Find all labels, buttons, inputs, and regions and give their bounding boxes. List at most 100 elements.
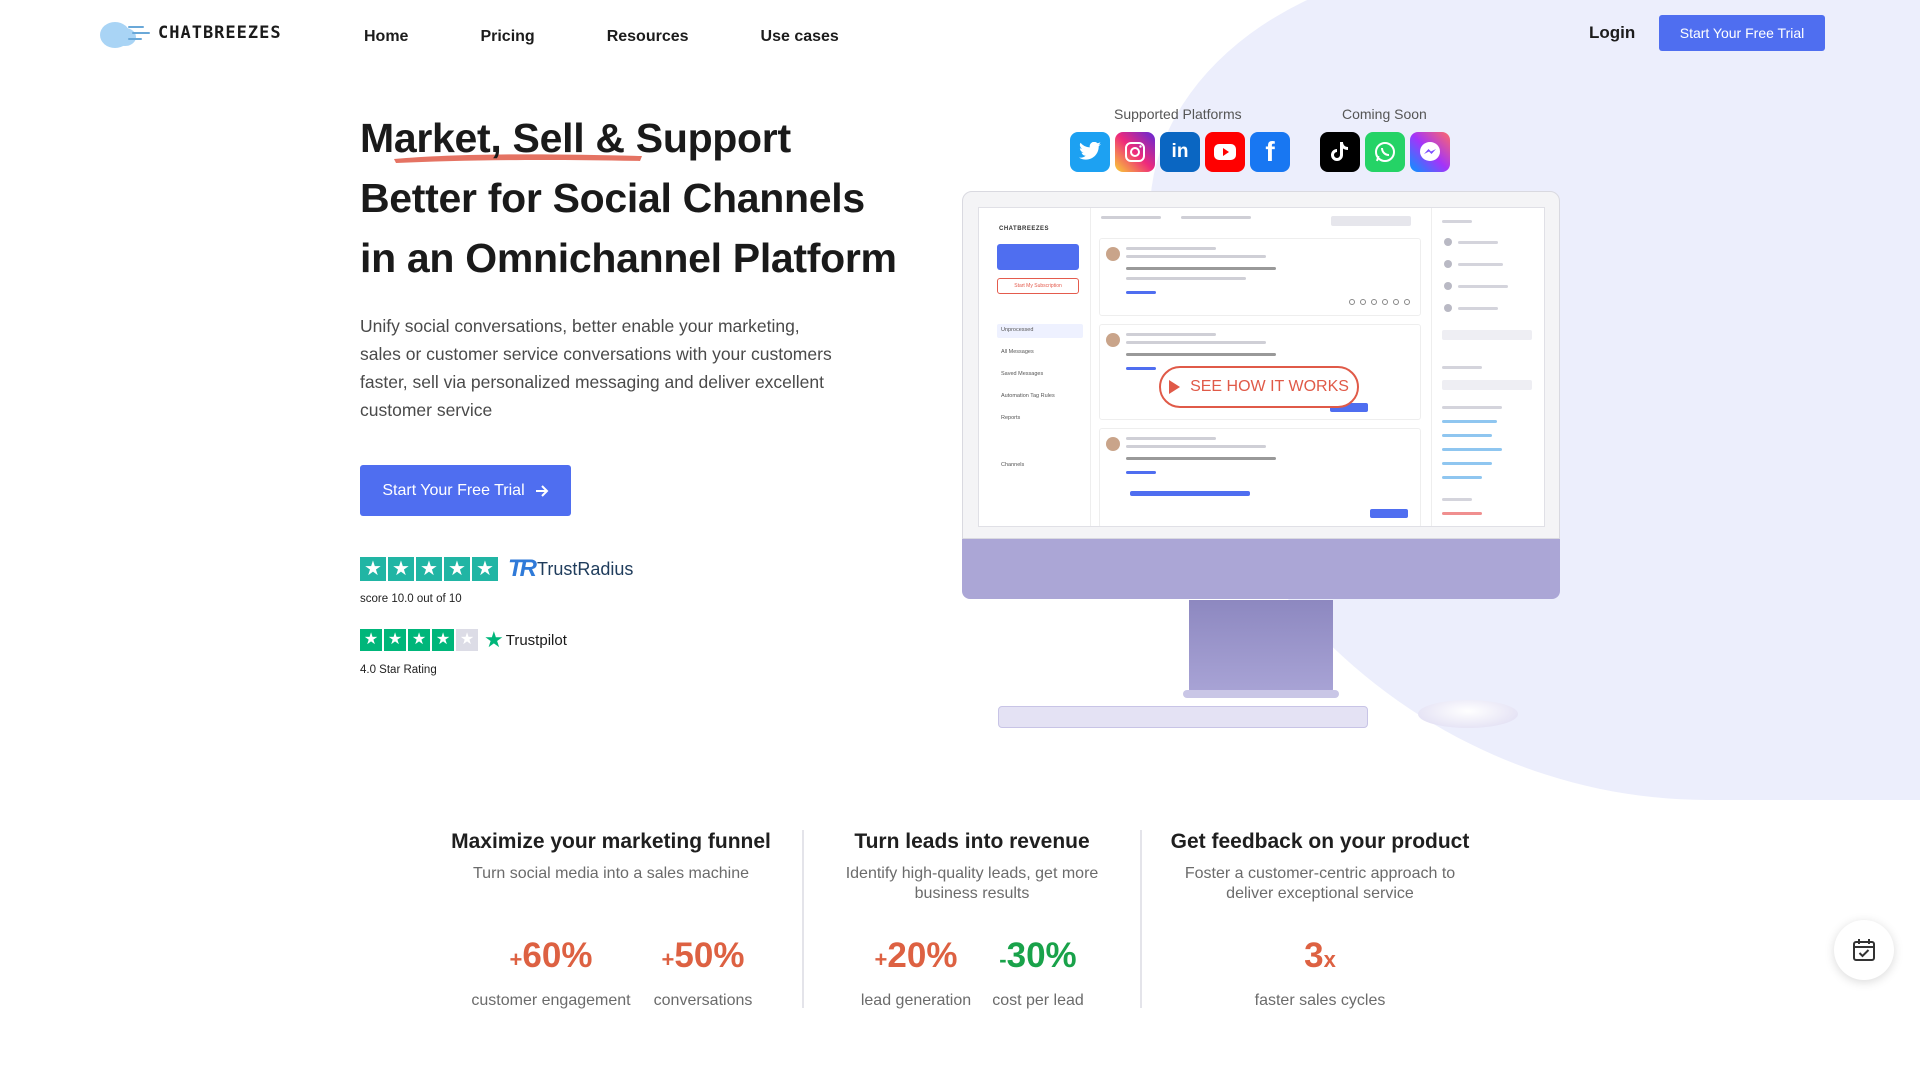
star-icon: ★ xyxy=(384,629,406,651)
menu-channels: Channels xyxy=(1001,462,1025,468)
hero-title-line-2: Better for Social Channels xyxy=(360,175,865,221)
stat-value: 3 xyxy=(1304,936,1324,975)
account-card xyxy=(997,244,1079,270)
stat-sales-cycles: 3x faster sales cycles xyxy=(1240,934,1400,1010)
tiktok-icon[interactable] xyxy=(1320,132,1360,172)
stat-value: 50% xyxy=(674,936,745,975)
star-icon: ★ xyxy=(388,557,414,581)
star-icon: ★ xyxy=(416,557,442,581)
hero-cta-label: Start Your Free Trial xyxy=(382,481,525,499)
star-icon: ★ xyxy=(444,557,470,581)
supported-platforms-label: Supported Platforms xyxy=(1114,106,1242,122)
landing-page: CHATBREEZES Home Pricing Resources Use c… xyxy=(0,0,1920,1080)
coming-soon-label: Coming Soon xyxy=(1342,106,1427,122)
feature-title: Maximize your marketing funnel xyxy=(451,830,771,853)
menu-saved-messages: Saved Messages xyxy=(1001,371,1044,377)
monitor-stand-foot xyxy=(1183,690,1339,698)
nav-links: Home Pricing Resources Use cases xyxy=(364,28,911,46)
brand-name: CHATBREEZES xyxy=(158,23,282,43)
play-icon xyxy=(1169,380,1181,394)
brand-logo[interactable]: CHATBREEZES xyxy=(98,18,282,48)
stat-label: customer engagement xyxy=(471,992,631,1009)
nav-free-trial-button[interactable]: Start Your Free Trial xyxy=(1659,15,1825,51)
star-empty-icon: ★ xyxy=(456,629,478,651)
stat-cost-per-lead: -30% cost per lead xyxy=(978,934,1098,1010)
stat-customer-engagement: +60% customer engagement xyxy=(458,934,644,1010)
message-card xyxy=(1099,238,1421,316)
app-sidebar: CHATBREEZES Start My Subscription Unproc… xyxy=(979,208,1091,526)
feature-divider xyxy=(802,830,804,1008)
trustpilot-stars: ★ ★ ★ ★ ★ xyxy=(360,629,478,651)
keyboard-illustration xyxy=(998,706,1368,728)
star-icon: ★ xyxy=(360,629,382,651)
trustradius-rating[interactable]: ★ ★ ★ ★ ★ TR TrustRadius xyxy=(360,555,633,583)
whatsapp-icon[interactable] xyxy=(1365,132,1405,172)
feature-leads-revenue: Turn leads into revenue Identify high-qu… xyxy=(818,830,1126,904)
stat-label: conversations xyxy=(653,992,753,1009)
app-filter-panel xyxy=(1431,208,1544,526)
nav-link-pricing[interactable]: Pricing xyxy=(480,28,534,46)
login-link[interactable]: Login xyxy=(1589,23,1635,43)
instagram-icon[interactable] xyxy=(1115,132,1155,172)
trustpilot-name: Trustpilot xyxy=(505,631,567,649)
star-icon: ★ xyxy=(360,557,386,581)
linkedin-icon[interactable]: in xyxy=(1160,132,1200,172)
star-icon: ★ xyxy=(408,629,430,651)
nav-link-resources[interactable]: Resources xyxy=(607,28,689,46)
stat-label: faster sales cycles xyxy=(1254,992,1386,1009)
stat-sign: - xyxy=(999,947,1007,972)
see-how-it-works-button[interactable]: SEE HOW IT WORKS xyxy=(1159,366,1359,408)
monitor-stand xyxy=(1189,600,1333,695)
feature-subtitle: Foster a customer-centric approach to de… xyxy=(1184,865,1456,902)
stat-sign: + xyxy=(874,947,888,972)
stat-value: 20% xyxy=(887,936,958,975)
feature-divider xyxy=(1140,830,1142,1008)
hero-title-line-1: Market, Sell & Support xyxy=(360,115,791,161)
trustpilot-rating[interactable]: ★ ★ ★ ★ ★ ★ Trustpilot xyxy=(360,627,567,653)
trustradius-name: TrustRadius xyxy=(537,558,634,579)
stat-conversations: +50% conversations xyxy=(632,934,774,1010)
trustradius-mark-icon: TR xyxy=(508,555,537,582)
subscription-button: Start My Subscription xyxy=(997,278,1079,294)
stat-lead-generation: +20% lead generation xyxy=(846,934,986,1010)
feature-title: Turn leads into revenue xyxy=(854,830,1090,853)
menu-automation: Automation Tag Rules xyxy=(1001,393,1055,399)
nav-link-home[interactable]: Home xyxy=(364,28,408,46)
messenger-icon[interactable] xyxy=(1410,132,1450,172)
hero-title-line-3: in an Omnichannel Platform xyxy=(360,235,897,281)
top-nav: CHATBREEZES Home Pricing Resources Use c… xyxy=(0,0,1920,72)
stat-label: cost per lead xyxy=(992,992,1084,1009)
stat-value: 60% xyxy=(522,936,593,975)
mouse-illustration xyxy=(1418,700,1518,728)
twitter-icon[interactable] xyxy=(1070,132,1110,172)
trustpilot-score: 4.0 Star Rating xyxy=(360,664,437,676)
menu-unprocessed: Unprocessed xyxy=(1001,327,1034,333)
stat-value: 30% xyxy=(1006,936,1077,975)
menu-reports: Reports xyxy=(1001,415,1021,421)
stat-sign: + xyxy=(661,947,675,972)
see-how-it-works-label: SEE HOW IT WORKS xyxy=(1190,378,1349,395)
screen-frame: CHATBREEZES Start My Subscription Unproc… xyxy=(962,191,1560,539)
calendar-check-button[interactable] xyxy=(1834,920,1894,980)
hero-title: Market, Sell & Support Better for Social… xyxy=(360,108,920,288)
trustradius-score: score 10.0 out of 10 xyxy=(360,593,462,605)
trustradius-stars: ★ ★ ★ ★ ★ xyxy=(360,557,498,581)
monitor-chin xyxy=(962,539,1560,599)
cloud-icon xyxy=(98,18,150,48)
arrow-right-icon xyxy=(535,484,549,497)
feature-marketing-funnel: Maximize your marketing funnel Turn soci… xyxy=(430,830,792,884)
trustpilot-logo: ★ Trustpilot xyxy=(484,627,567,653)
youtube-icon[interactable] xyxy=(1205,132,1245,172)
nav-link-use-cases[interactable]: Use cases xyxy=(761,28,839,46)
hero-free-trial-button[interactable]: Start Your Free Trial xyxy=(360,465,571,516)
feature-title: Get feedback on your product xyxy=(1170,830,1470,853)
feature-subtitle: Identify high-quality leads, get more bu… xyxy=(845,865,1099,902)
hero-description: Unify social conversations, better enabl… xyxy=(360,316,832,420)
message-card xyxy=(1099,428,1421,526)
star-icon: ★ xyxy=(432,629,454,651)
menu-all-messages: All Messages xyxy=(1001,349,1034,355)
facebook-icon[interactable]: f xyxy=(1250,132,1290,172)
app-logo: CHATBREEZES xyxy=(999,226,1050,232)
trustpilot-star-icon: ★ xyxy=(484,627,504,652)
stat-sign: + xyxy=(509,947,523,972)
